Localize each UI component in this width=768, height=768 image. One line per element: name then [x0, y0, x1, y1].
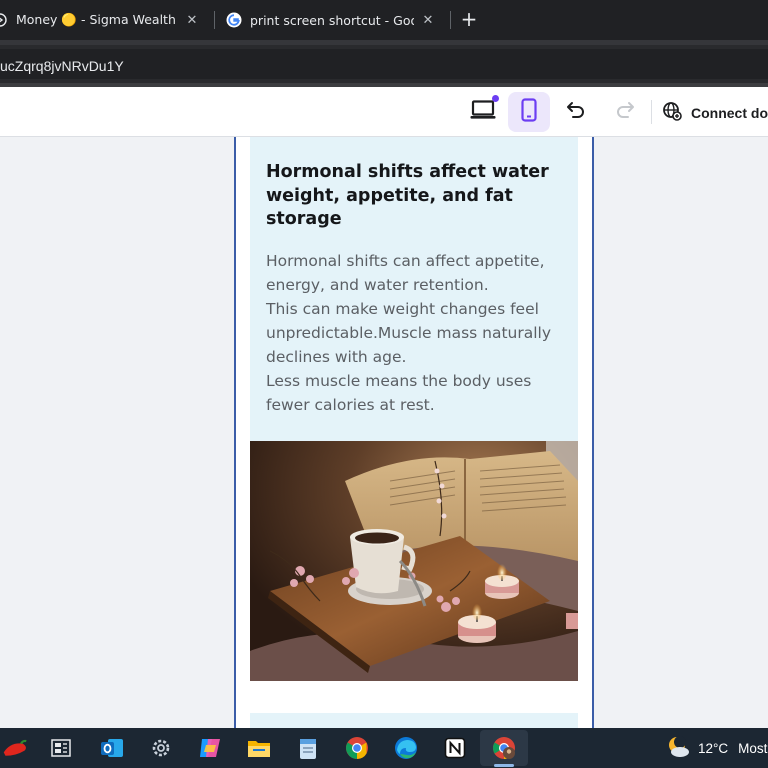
edge-icon[interactable] — [393, 735, 419, 761]
tab-close-icon[interactable]: ✕ — [420, 13, 436, 28]
coffee-book-candles-image[interactable] — [250, 441, 578, 681]
weather-widget[interactable]: 12°C Most — [666, 736, 767, 761]
mobile-view-icon — [521, 98, 537, 126]
omnibox[interactable]: ucZqrq8jvNRvDu1Y — [0, 49, 768, 79]
tab-google-search[interactable]: print screen shortcut - Google Se ✕ — [218, 0, 446, 40]
url-text[interactable]: ucZqrq8jvNRvDu1Y — [0, 58, 124, 74]
notion-icon[interactable] — [442, 735, 468, 761]
copilot-icon[interactable] — [197, 735, 223, 761]
tab-title: print screen shortcut - Google Se — [250, 12, 414, 28]
redo-button[interactable] — [604, 92, 646, 132]
weather-description: Most — [738, 741, 768, 756]
settings-icon[interactable] — [148, 735, 174, 761]
tab-divider — [450, 11, 451, 29]
notification-dot — [492, 95, 499, 102]
connect-domain-label: Connect do — [691, 105, 768, 121]
body-line: Hormonal shifts can affect appetite, — [266, 252, 545, 270]
body-line: Less muscle means the body uses — [266, 372, 532, 390]
body-line: fewer calories at rest. — [266, 396, 435, 414]
moon-cloud-icon — [666, 736, 690, 761]
chrome-profile-icon[interactable] — [491, 735, 517, 761]
body-line: energy, and water retention. — [266, 276, 489, 294]
active-app-indicator — [494, 764, 514, 767]
outlook-icon[interactable] — [99, 735, 125, 761]
mobile-view-button[interactable] — [508, 92, 550, 132]
widgets-icon[interactable] — [48, 735, 74, 761]
undo-button[interactable] — [555, 92, 597, 132]
body-line: unpredictable.Muscle mass naturally — [266, 324, 552, 342]
address-bar-row: ucZqrq8jvNRvDu1Y — [0, 45, 768, 83]
card-heading[interactable]: Hormonal shifts affect water weight, app… — [266, 161, 566, 232]
body-line: This can make weight changes feel — [266, 300, 539, 318]
card-body-text[interactable]: Hormonal shifts can affect appetite, ene… — [266, 249, 566, 417]
editor-toolbar — [0, 87, 768, 137]
tab-title: Money 🟡 - Sigma Wealth Plan — [16, 12, 178, 27]
tab-close-icon[interactable]: ✕ — [184, 13, 200, 28]
tab-divider — [214, 11, 215, 29]
redo-icon — [615, 101, 635, 123]
body-line: declines with age. — [266, 348, 407, 366]
new-tab-button[interactable]: + — [458, 8, 480, 30]
chrome-icon[interactable] — [344, 735, 370, 761]
connect-domain-button[interactable]: Connect do — [662, 101, 768, 125]
tab-favicon-icon — [0, 12, 8, 28]
desktop-view-icon — [470, 100, 496, 124]
toolbar-divider — [651, 100, 652, 124]
tab-money[interactable]: Money 🟡 - Sigma Wealth Plan ✕ — [0, 0, 210, 40]
undo-icon — [566, 101, 586, 123]
google-icon — [226, 12, 242, 28]
notepad-icon[interactable] — [295, 735, 321, 761]
temperature: 12°C — [698, 741, 729, 756]
globe-icon — [662, 101, 682, 125]
pepper-icon[interactable] — [2, 735, 28, 761]
file-explorer-icon[interactable] — [246, 735, 272, 761]
browser-tab-strip: Money 🟡 - Sigma Wealth Plan ✕ print scre… — [0, 0, 768, 40]
